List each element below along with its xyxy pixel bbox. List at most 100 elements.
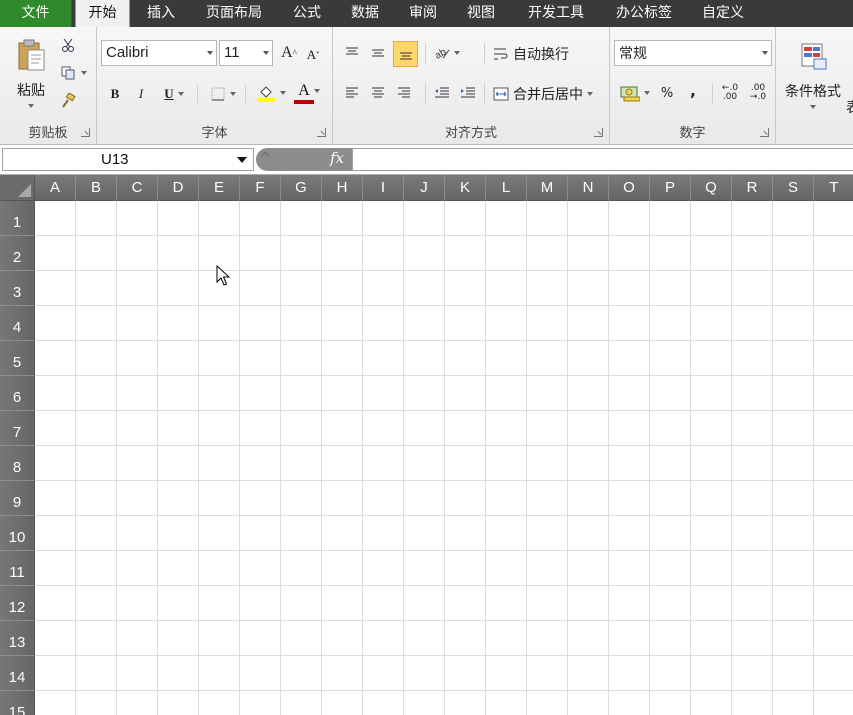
row-header-4[interactable]: 4 bbox=[0, 306, 35, 341]
increase-decimal-button[interactable]: ←.0 .00 bbox=[718, 81, 742, 105]
tab-home[interactable]: 开始 bbox=[75, 0, 130, 28]
font-name-combo[interactable]: Calibri bbox=[101, 40, 217, 66]
clipboard-launcher-icon[interactable] bbox=[81, 128, 90, 137]
column-header-e[interactable]: E bbox=[199, 175, 240, 201]
increase-indent-button[interactable] bbox=[457, 81, 479, 105]
column-header-j[interactable]: J bbox=[404, 175, 445, 201]
merge-center-button[interactable]: 合并后居中 bbox=[493, 81, 605, 107]
tab-file[interactable]: 文件 bbox=[0, 0, 72, 27]
column-header-g[interactable]: G bbox=[281, 175, 322, 201]
row-header-1[interactable]: 1 bbox=[0, 201, 35, 236]
tab-insert[interactable]: 插入 bbox=[136, 0, 186, 27]
name-box[interactable]: U13 bbox=[2, 148, 254, 171]
column-header-r[interactable]: R bbox=[732, 175, 773, 201]
format-painter-button[interactable] bbox=[58, 91, 78, 111]
column-header-a[interactable]: A bbox=[35, 175, 76, 201]
select-all-button[interactable] bbox=[0, 175, 35, 201]
comma-style-button[interactable]: , bbox=[682, 79, 704, 103]
column-header-o[interactable]: O bbox=[609, 175, 650, 201]
font-size-combo[interactable]: 11 bbox=[219, 40, 273, 66]
row-header-10[interactable]: 10 bbox=[0, 516, 35, 551]
italic-button[interactable]: I bbox=[131, 83, 151, 105]
alignment-launcher-icon[interactable] bbox=[594, 128, 603, 137]
align-middle-button[interactable] bbox=[367, 41, 389, 65]
paste-button[interactable]: 粘贴 bbox=[8, 33, 54, 113]
column-gridline bbox=[239, 201, 240, 715]
decrease-decimal-button[interactable]: .00 →.0 bbox=[746, 81, 770, 105]
bold-button[interactable]: B bbox=[105, 83, 125, 105]
underline-button[interactable]: U bbox=[157, 83, 191, 105]
font-color-label: A bbox=[298, 81, 310, 99]
format-as-table-partial-label[interactable]: 表 bbox=[846, 97, 853, 117]
wrap-text-button[interactable]: 自动换行 bbox=[493, 41, 583, 67]
tab-data[interactable]: 数据 bbox=[340, 0, 390, 27]
row-header-8[interactable]: 8 bbox=[0, 446, 35, 481]
borders-button[interactable] bbox=[205, 83, 241, 105]
percent-button[interactable]: % bbox=[656, 81, 678, 105]
font-color-button[interactable]: A bbox=[291, 81, 327, 105]
column-header-q[interactable]: Q bbox=[691, 175, 732, 201]
column-header-t[interactable]: T bbox=[814, 175, 853, 201]
tab-view[interactable]: 视图 bbox=[456, 0, 506, 27]
row-header-6[interactable]: 6 bbox=[0, 376, 35, 411]
column-header-k[interactable]: K bbox=[445, 175, 486, 201]
column-header-m[interactable]: M bbox=[527, 175, 568, 201]
align-left-button[interactable] bbox=[341, 81, 363, 105]
tab-formulas[interactable]: 公式 bbox=[282, 0, 332, 27]
column-header-s[interactable]: S bbox=[773, 175, 814, 201]
row-header-5[interactable]: 5 bbox=[0, 341, 35, 376]
number-launcher-icon[interactable] bbox=[760, 128, 769, 137]
tab-review[interactable]: 审阅 bbox=[398, 0, 448, 27]
row-header-13[interactable]: 13 bbox=[0, 621, 35, 656]
font-launcher-icon[interactable] bbox=[317, 128, 326, 137]
number-format-combo[interactable]: 常规 bbox=[614, 40, 772, 66]
row-header-2[interactable]: 2 bbox=[0, 236, 35, 271]
tab-developer[interactable]: 开发工具 bbox=[516, 0, 596, 27]
chevron-down-icon bbox=[230, 92, 236, 96]
column-header-c[interactable]: C bbox=[117, 175, 158, 201]
row-header-15[interactable]: 15 bbox=[0, 691, 35, 715]
copy-button[interactable] bbox=[58, 63, 90, 83]
row-header-9[interactable]: 9 bbox=[0, 481, 35, 516]
chevron-down-icon bbox=[207, 51, 213, 55]
align-center-button[interactable] bbox=[367, 81, 389, 105]
align-right-button[interactable] bbox=[393, 81, 415, 105]
align-bottom-button[interactable] bbox=[393, 41, 418, 67]
insert-function-button[interactable]: fx bbox=[330, 149, 344, 167]
row-gridline bbox=[35, 690, 853, 691]
row-header-14[interactable]: 14 bbox=[0, 656, 35, 691]
conditional-formatting-button[interactable]: 条件格式 bbox=[778, 35, 848, 115]
tab-page-layout[interactable]: 页面布局 bbox=[196, 0, 272, 27]
align-top-button[interactable] bbox=[341, 41, 363, 65]
decrease-indent-button[interactable] bbox=[431, 81, 453, 105]
tab-office-tab[interactable]: 办公标签 bbox=[604, 0, 684, 27]
column-header-p[interactable]: P bbox=[650, 175, 691, 201]
column-header-n[interactable]: N bbox=[568, 175, 609, 201]
tab-customize[interactable]: 自定义 bbox=[692, 0, 754, 27]
row-header-11[interactable]: 11 bbox=[0, 551, 35, 586]
cut-button[interactable] bbox=[58, 35, 78, 55]
shrink-font-button[interactable]: Aˇ bbox=[303, 44, 323, 66]
formula-input[interactable] bbox=[352, 148, 853, 171]
column-header-b[interactable]: B bbox=[76, 175, 117, 201]
column-header-i[interactable]: I bbox=[363, 175, 404, 201]
row-header-7[interactable]: 7 bbox=[0, 411, 35, 446]
column-header-h[interactable]: H bbox=[322, 175, 363, 201]
fill-color-button[interactable] bbox=[253, 81, 289, 105]
worksheet-grid[interactable]: A B C D E F G H I J K L M N O P Q R S T 1 2 3 4 5 6 7 8 9 10 11 12 13 14 1… bbox=[0, 175, 853, 715]
accounting-format-button[interactable] bbox=[618, 81, 652, 105]
text-orientation-icon: ab bbox=[434, 46, 450, 60]
column-header-f[interactable]: F bbox=[240, 175, 281, 201]
expand-handle-icon[interactable] bbox=[260, 151, 270, 161]
chevron-down-icon bbox=[454, 51, 460, 55]
row-header-12[interactable]: 12 bbox=[0, 586, 35, 621]
column-header-l[interactable]: L bbox=[486, 175, 527, 201]
grow-font-button[interactable]: A ^ bbox=[279, 42, 299, 64]
column-gridline bbox=[444, 201, 445, 715]
row-gridline bbox=[35, 445, 853, 446]
column-header-d[interactable]: D bbox=[158, 175, 199, 201]
column-gridline bbox=[813, 201, 814, 715]
orientation-button[interactable]: ab bbox=[431, 41, 463, 65]
row-header-3[interactable]: 3 bbox=[0, 271, 35, 306]
column-gridline bbox=[731, 201, 732, 715]
